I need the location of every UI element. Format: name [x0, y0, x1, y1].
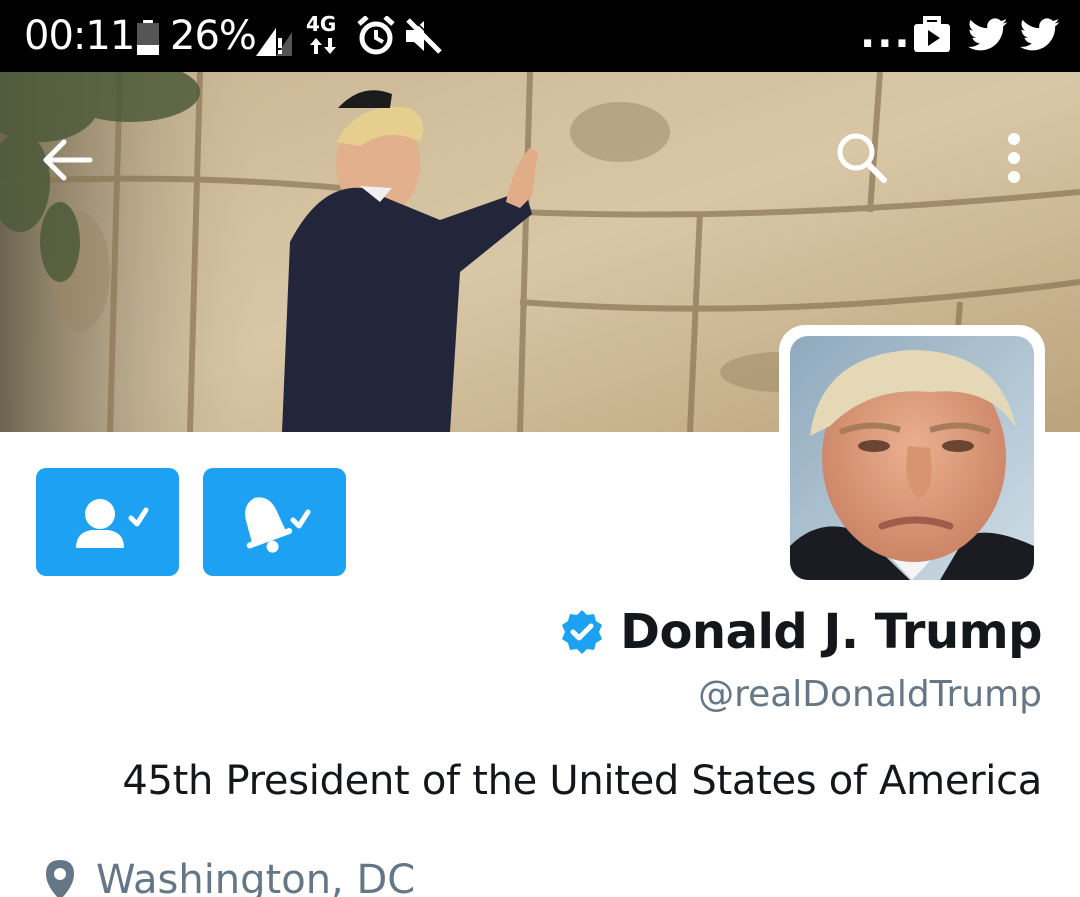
twitter-icon	[968, 18, 1008, 51]
display-name: Donald J. Trump	[620, 604, 1042, 660]
more-vert-icon[interactable]	[1000, 132, 1028, 184]
signal-icon	[256, 28, 292, 56]
back-arrow-icon[interactable]	[40, 138, 94, 182]
twitter-icon	[1020, 18, 1060, 51]
following-user-check-icon	[76, 499, 149, 548]
profile-location: Washington, DC	[44, 852, 415, 897]
location-text: Washington, DC	[96, 857, 416, 897]
briefcase-icon	[914, 16, 950, 52]
notifications-on-bell-check-icon	[245, 497, 311, 553]
profile-name-row: Donald J. Trump	[558, 600, 1042, 664]
avatar-photo	[790, 336, 1034, 580]
battery-icon	[137, 20, 159, 55]
battery-percent: 26%	[170, 13, 257, 59]
status-overflow: ...	[860, 11, 912, 57]
notifications-button[interactable]	[203, 468, 346, 576]
status-time: 00:11	[24, 13, 135, 59]
status-bar: 00:11 26% 4G ...	[0, 0, 1080, 72]
verified-badge-icon	[562, 610, 603, 654]
network-label: 4G	[306, 12, 337, 36]
profile-bio: 45th President of the United States of A…	[122, 758, 1042, 804]
alarm-icon	[357, 16, 395, 55]
location-pin-icon	[46, 860, 74, 897]
mute-icon	[406, 18, 444, 54]
profile-handle: @realDonaldTrump	[698, 674, 1042, 715]
avatar[interactable]	[779, 325, 1045, 591]
following-button[interactable]	[36, 468, 179, 576]
search-icon[interactable]	[834, 130, 890, 186]
network-4g-icon: 4G	[306, 14, 338, 58]
